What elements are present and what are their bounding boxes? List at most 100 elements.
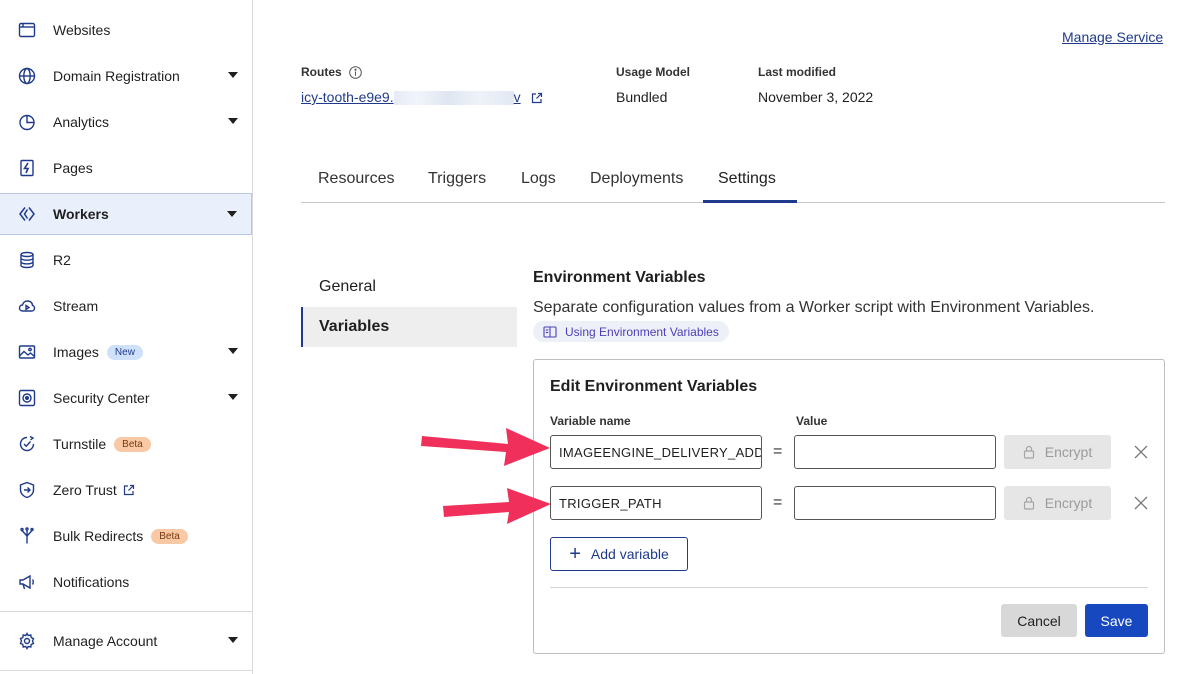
turnstile-icon [17, 434, 37, 454]
docs-link[interactable]: Using Environment Variables [533, 321, 729, 342]
chevron-down-icon[interactable] [228, 394, 238, 400]
routes-label: Routes [301, 65, 362, 80]
sidebar-item-workers[interactable]: Workers [0, 193, 252, 235]
sidebar-item-zero-trust[interactable]: Zero Trust [0, 469, 252, 511]
database-icon [17, 250, 37, 270]
chevron-down-icon[interactable] [228, 72, 238, 78]
sidebar-item-stream[interactable]: Stream [0, 285, 252, 327]
sidebar-item-domain-registration[interactable]: Domain Registration [0, 55, 252, 97]
browser-window-icon [17, 20, 37, 40]
tab-logs[interactable]: Logs [521, 170, 556, 188]
last-modified-value: November 3, 2022 [758, 89, 874, 105]
active-tab-indicator [703, 200, 797, 203]
equals-sign: = [773, 443, 783, 460]
sidebar-item-label: Workers [53, 206, 109, 222]
security-center-icon [17, 388, 37, 408]
equals-sign: = [773, 494, 783, 511]
sidebar-item-turnstile[interactable]: Turnstile Beta [0, 423, 252, 465]
variable-value-input[interactable] [794, 486, 996, 520]
close-icon[interactable] [1133, 444, 1149, 460]
value-header: Value [796, 414, 828, 428]
variable-name-input[interactable]: TRIGGER_PATH [550, 486, 762, 520]
variable-name-header: Variable name [550, 414, 631, 428]
sidebar-item-bulk-redirects[interactable]: Bulk Redirects Beta [0, 515, 252, 557]
beta-badge: Beta [114, 436, 151, 452]
annotation-arrow-icon [443, 488, 551, 524]
chevron-down-icon[interactable] [227, 211, 237, 217]
globe-icon [17, 66, 37, 86]
sidebar-item-label: R2 [53, 252, 71, 268]
sidebar-item-r2[interactable]: R2 [0, 239, 252, 281]
tab-triggers[interactable]: Triggers [428, 170, 486, 188]
card-title: Edit Environment Variables [550, 378, 758, 395]
chevron-down-icon[interactable] [228, 348, 238, 354]
sidebar-item-label: Stream [53, 298, 99, 314]
sidebar-item-label: Images [53, 344, 99, 360]
sidebar-item-label: Websites [53, 22, 111, 38]
workers-diamond-icon [17, 204, 37, 224]
app: Websites Domain Registration Analytics P… [0, 0, 1204, 674]
route-value: icy-tooth-e9e9. v [301, 89, 543, 106]
edit-env-card: Edit Environment Variables Variable name… [533, 359, 1165, 654]
redirect-fork-icon [17, 526, 37, 546]
book-icon [543, 325, 557, 338]
sidebar-item-manage-account[interactable]: Manage Account [0, 620, 252, 662]
usage-model-label: Usage Model [616, 65, 691, 79]
stream-cloud-icon [17, 296, 37, 316]
tab-bar: Resources Triggers Logs Deployments Sett… [301, 160, 1165, 203]
sidebar-item-label: Pages [53, 160, 93, 176]
sidebar-item-notifications[interactable]: Notifications [0, 561, 252, 603]
lightning-page-icon [17, 158, 37, 178]
section-title: Environment Variables [533, 269, 706, 286]
megaphone-icon [17, 572, 37, 592]
gear-icon [17, 631, 37, 651]
lock-icon [1023, 445, 1034, 459]
usage-model-value: Bundled [616, 89, 668, 105]
chevron-down-icon[interactable] [228, 637, 238, 643]
encrypt-button[interactable]: Encrypt [1004, 486, 1111, 520]
sidebar-item-label: Turnstile [53, 436, 107, 452]
lock-icon [1023, 496, 1034, 510]
sidebar-item-label: Domain Registration [53, 68, 180, 84]
last-modified-label: Last modified [758, 65, 837, 79]
external-link-icon[interactable] [531, 92, 543, 104]
sidebar-item-pages[interactable]: Pages [0, 147, 252, 189]
manage-service-link[interactable]: Manage Service [1062, 29, 1163, 45]
route-link[interactable]: icy-tooth-e9e9. v [301, 89, 521, 106]
tab-settings[interactable]: Settings [718, 170, 776, 188]
pie-chart-icon [17, 112, 37, 132]
variable-value-input[interactable] [794, 435, 996, 469]
card-divider [550, 587, 1148, 588]
sidebar-item-label: Bulk Redirects [53, 528, 144, 544]
save-button[interactable]: Save [1085, 604, 1148, 637]
sidebar-item-label: Security Center [53, 390, 150, 406]
plus-icon: + [569, 543, 581, 565]
sidebar-divider [0, 611, 252, 612]
image-icon [17, 342, 37, 362]
info-icon[interactable] [349, 66, 362, 80]
external-link-icon [123, 484, 135, 496]
sidebar: Websites Domain Registration Analytics P… [0, 0, 253, 674]
close-icon[interactable] [1133, 495, 1149, 511]
sidebar-item-label: Zero Trust [53, 482, 117, 498]
zero-trust-shield-icon [17, 480, 37, 500]
sidebar-item-security-center[interactable]: Security Center [0, 377, 252, 419]
chevron-down-icon[interactable] [228, 118, 238, 124]
sidebar-item-label: Analytics [53, 114, 110, 130]
redacted-area [393, 91, 514, 106]
annotation-arrow-icon [421, 428, 550, 466]
add-variable-button[interactable]: + Add variable [550, 537, 688, 571]
beta-badge: Beta [151, 528, 188, 544]
sidebar-item-images[interactable]: Images New [0, 331, 252, 373]
sidebar-item-websites[interactable]: Websites [0, 9, 252, 51]
encrypt-button[interactable]: Encrypt [1004, 435, 1111, 469]
tab-resources[interactable]: Resources [318, 170, 394, 188]
cancel-button[interactable]: Cancel [1001, 604, 1077, 637]
sidebar-divider [0, 670, 252, 671]
sidebar-item-analytics[interactable]: Analytics [0, 101, 252, 143]
subnav-general[interactable]: General [301, 267, 517, 307]
variable-name-input[interactable]: IMAGEENGINE_DELIVERY_ADDRESS [550, 435, 762, 469]
tab-deployments[interactable]: Deployments [590, 170, 683, 188]
subnav-variables[interactable]: Variables [301, 307, 517, 347]
sidebar-item-label: Manage Account [53, 633, 158, 649]
